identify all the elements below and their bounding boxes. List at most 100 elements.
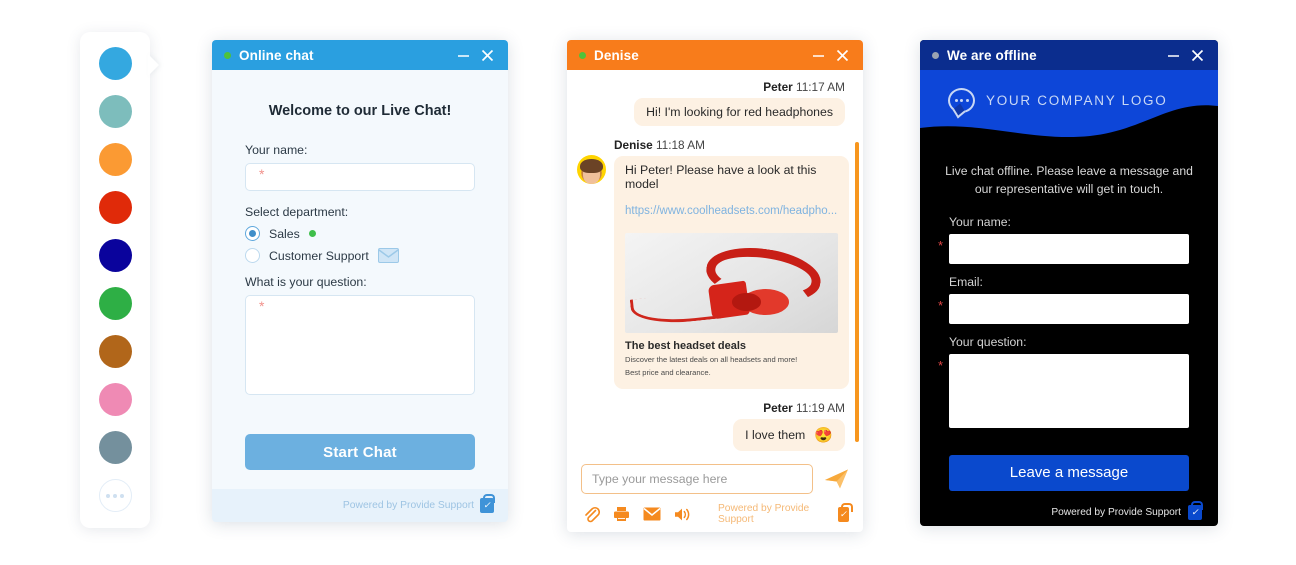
message-bubble: Hi Peter! Please have a look at this mod… (614, 156, 849, 198)
message-time: 11:18 AM (655, 138, 705, 152)
message-link[interactable]: https://www.coolheadsets.com/headpho... (614, 198, 849, 224)
more-colors-icon[interactable] (98, 479, 132, 512)
message-time: 11:17 AM (796, 80, 845, 94)
color-swatch-green[interactable] (98, 287, 132, 320)
department-name-sales: Sales (269, 226, 300, 241)
lock-icon: ✓ (1188, 501, 1203, 520)
denise-chat-window: Denise Peter 11:17 AM Hi! I'm looking fo… (567, 40, 863, 532)
offline-question-row: Your question: * (938, 335, 1189, 433)
color-swatch-orange[interactable] (98, 143, 132, 176)
avatar-denise (577, 155, 606, 184)
screenshot-stage: Online chat Welcome to our Live Chat! Yo… (0, 0, 1296, 565)
color-swatch-teal[interactable] (98, 95, 132, 128)
card-description-line1: Discover the latest deals on all headset… (625, 355, 798, 364)
email-icon[interactable] (643, 507, 661, 521)
required-asterisk: * (938, 297, 944, 313)
color-swatch-blue[interactable] (98, 47, 132, 80)
message-bubble: I love them 😍 (733, 419, 845, 451)
message-composer (567, 456, 863, 494)
close-icon[interactable] (830, 43, 854, 67)
message-row-peter-1: Peter 11:17 AM Hi! I'm looking for red h… (577, 80, 849, 126)
denise-titlebar: Denise (567, 40, 863, 70)
online-chat-form: Welcome to our Live Chat! Your name: * S… (212, 70, 508, 470)
denise-title: Denise (594, 47, 639, 63)
close-icon[interactable] (475, 43, 499, 67)
offline-form: Your name: * Email: * Your question: * L… (920, 199, 1218, 491)
message-row-denise: Denise 11:18 AM Hi Peter! Please have a … (577, 138, 849, 389)
department-option-sales[interactable]: Sales (245, 226, 475, 241)
department-option-customer-support[interactable]: Customer Support (245, 248, 475, 263)
message-row-peter-2: Peter 11:19 AM I love them 😍 (577, 401, 849, 451)
department-label: Select department: (245, 205, 349, 219)
radio-sales[interactable] (245, 226, 260, 241)
sound-icon[interactable] (674, 507, 692, 522)
powered-by-label: Powered by Provide Support (342, 500, 474, 511)
color-swatch-red[interactable] (98, 191, 132, 224)
status-dot-online (224, 51, 231, 59)
name-field-row: Your name: * (245, 143, 475, 191)
offline-email-input[interactable] (949, 293, 1189, 324)
message-text: I love them (745, 428, 806, 442)
department-section: Select department: Sales Customer Suppor… (245, 205, 475, 263)
name-input[interactable] (245, 163, 475, 191)
name-label: Your name: (245, 143, 308, 157)
message-meta: Denise 11:18 AM (614, 138, 849, 152)
print-icon[interactable] (613, 506, 630, 522)
color-swatch-brown[interactable] (98, 335, 132, 368)
online-chat-title: Online chat (239, 47, 314, 63)
heart-eyes-emoji-icon: 😍 (814, 427, 833, 444)
send-icon[interactable] (823, 466, 849, 492)
color-swatch-navy[interactable] (98, 239, 132, 272)
question-field-row: What is your question: * (245, 275, 475, 400)
required-asterisk: * (259, 166, 265, 182)
red-headphones-photo (625, 233, 838, 333)
required-asterisk: * (259, 298, 265, 314)
message-bubble: Hi! I'm looking for red headphones (634, 98, 845, 126)
card-title: The best headset deals (625, 340, 747, 352)
offline-footer: Powered by Provide Support ✓ (920, 501, 1218, 520)
minimize-icon[interactable] (451, 43, 475, 67)
offline-message: Live chat offline. Please leave a messag… (945, 164, 1193, 197)
mail-icon (377, 248, 399, 263)
radio-customer-support[interactable] (245, 248, 260, 263)
offline-title: We are offline (947, 47, 1037, 63)
status-dot-offline (932, 51, 939, 59)
message-author: Peter (763, 80, 793, 94)
close-icon[interactable] (1185, 43, 1209, 67)
offline-question-textarea[interactable] (949, 353, 1189, 428)
offline-name-row: Your name: * (938, 214, 1189, 264)
link-preview-card[interactable]: The best headset deals Discover the late… (614, 224, 849, 389)
powered-by-label: Powered by Provide Support (1051, 507, 1181, 518)
company-logo: YOUR COMPANY LOGO (948, 88, 1167, 113)
message-time: 11:19 AM (796, 401, 845, 415)
message-meta: Peter 11:17 AM (577, 80, 845, 94)
company-logo-text: YOUR COMPANY LOGO (986, 93, 1168, 108)
color-swatch-pink[interactable] (98, 383, 132, 416)
question-textarea[interactable] (245, 295, 475, 395)
required-asterisk: * (938, 357, 944, 373)
message-input[interactable] (581, 464, 813, 494)
lock-icon: ✓ (480, 494, 495, 513)
minimize-icon[interactable] (1161, 43, 1185, 67)
leave-message-button[interactable]: Leave a message (949, 454, 1189, 491)
offline-name-input[interactable] (949, 233, 1189, 264)
offline-chat-window: We are offline YOUR COMPANY LOGO Live ch… (920, 40, 1218, 526)
start-chat-button[interactable]: Start Chat (245, 434, 475, 470)
online-chat-window: Online chat Welcome to our Live Chat! Yo… (212, 40, 508, 522)
offline-name-label: Your name: (949, 214, 1011, 229)
message-scrollbar[interactable] (855, 142, 859, 442)
status-dot-online (579, 51, 586, 59)
attachment-icon[interactable] (583, 506, 600, 523)
powered-by-label: Powered by Provide Support (718, 503, 810, 525)
online-dot-icon (308, 230, 316, 237)
swatch-list (80, 32, 150, 528)
minimize-icon[interactable] (806, 43, 830, 67)
message-author: Denise (614, 138, 653, 152)
palette-pointer (148, 54, 159, 76)
composer-toolbar: Powered by Provide Support ✓ (567, 494, 863, 525)
question-label: What is your question: (245, 275, 367, 289)
message-list[interactable]: Peter 11:17 AM Hi! I'm looking for red h… (567, 70, 863, 456)
required-asterisk: * (938, 237, 944, 253)
chat-bubble-icon (948, 88, 975, 113)
color-swatch-slate-blue[interactable] (98, 431, 132, 464)
